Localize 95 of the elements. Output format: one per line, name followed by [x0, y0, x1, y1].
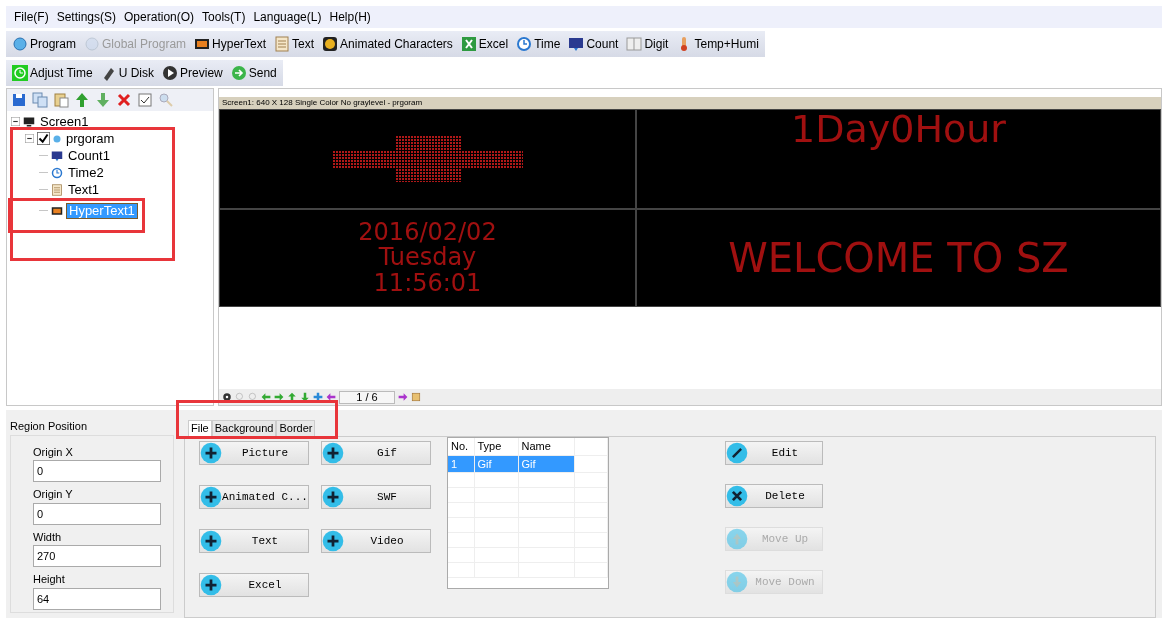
toolbar-button[interactable]: Adjust Time: [12, 64, 93, 82]
led-text: 1Day0Hour: [791, 110, 1006, 150]
add-button[interactable]: Excel: [199, 573, 309, 597]
cross-icon: [726, 485, 748, 507]
led-text: Tuesday: [378, 245, 477, 271]
left-arrow-icon: [261, 392, 271, 402]
toolbar-button[interactable]: Preview: [162, 64, 223, 82]
add-button[interactable]: Gif: [321, 441, 431, 465]
tab[interactable]: Background: [211, 420, 277, 436]
plus-icon: [200, 442, 222, 464]
tree-item[interactable]: Count1: [66, 148, 112, 163]
up-arrow-icon: [287, 392, 297, 402]
monitor-icon: [23, 115, 35, 128]
plus-icon: [322, 530, 344, 552]
toolbar-button[interactable]: Count: [568, 35, 619, 53]
collapse-icon[interactable]: [25, 134, 34, 143]
document-icon: [51, 183, 63, 196]
group-title: Region Position: [10, 419, 89, 434]
menu-item[interactable]: Language(L): [253, 8, 322, 26]
menu-item[interactable]: Tools(T): [202, 8, 246, 26]
add-button[interactable]: Text: [199, 529, 309, 553]
play-icon: [162, 65, 179, 81]
toolbar-button[interactable]: Send: [230, 64, 277, 82]
clock-icon: [12, 65, 28, 81]
action-button[interactable]: Delete: [725, 484, 823, 508]
tree-item[interactable]: Time2: [66, 165, 106, 180]
dot-icon: [53, 134, 61, 143]
field-label: Width: [33, 529, 63, 545]
led-text: WELCOME TO SZ: [728, 237, 1069, 279]
add-button[interactable]: Animated C...: [199, 485, 309, 509]
led-text: 11:56:01: [373, 270, 482, 296]
clock-icon: [516, 36, 533, 52]
toolbar-button[interactable]: Time: [516, 35, 561, 53]
add-button[interactable]: SWF: [321, 485, 431, 509]
pencil-icon: [726, 442, 748, 464]
up-arrow-icon: [74, 92, 90, 108]
tab[interactable]: Border: [276, 420, 316, 436]
toolbar-button[interactable]: Excel: [460, 35, 509, 53]
toolbar-button[interactable]: Program: [12, 35, 76, 53]
toolbar-button[interactable]: Digit: [626, 35, 669, 53]
input-field[interactable]: 270: [33, 545, 161, 567]
led-text: 2016/02/02: [358, 220, 497, 246]
menu-item[interactable]: Help(H): [329, 8, 371, 26]
column-header: Type: [474, 438, 518, 455]
picture-icon: [194, 36, 211, 52]
field-label: Origin Y: [33, 487, 74, 502]
clock-icon: [51, 166, 63, 179]
action-button[interactable]: Edit: [725, 441, 823, 465]
close-icon: [116, 92, 132, 108]
toolbar-button[interactable]: Animated Characters: [322, 35, 453, 53]
column-header: Name: [518, 438, 574, 455]
zoom-out-icon: [248, 392, 258, 402]
menu-item[interactable]: File(F): [14, 8, 49, 26]
checkbox[interactable]: [37, 132, 50, 145]
plus-icon: [322, 486, 344, 508]
zoom-in-icon: [235, 392, 245, 402]
plus-icon: [200, 530, 222, 552]
add-button[interactable]: Picture: [199, 441, 309, 465]
down-arrow-icon: [300, 392, 310, 402]
search-icon: [158, 92, 174, 108]
tab[interactable]: File: [188, 420, 212, 436]
paste-icon: [53, 92, 69, 108]
input-field[interactable]: 0: [33, 460, 161, 482]
copy-icon: [32, 92, 48, 108]
right-arrow-icon: [398, 392, 408, 402]
column-header: No.: [448, 438, 474, 455]
toolbar-button[interactable]: Text: [274, 35, 315, 53]
input-field[interactable]: 64: [33, 587, 161, 610]
toolbar-button[interactable]: Temp+Humi: [676, 35, 759, 53]
field-label: Origin X: [33, 444, 74, 460]
right-arrow-icon: [274, 392, 284, 402]
save-icon: [11, 92, 27, 108]
add-button[interactable]: Video: [321, 529, 431, 553]
page-field[interactable]: 1 / 6: [339, 390, 395, 404]
toolbar-button[interactable]: HyperText: [194, 35, 267, 53]
spreadsheet-icon: [460, 36, 477, 52]
plus-icon: [322, 442, 344, 464]
down-arrow-icon: [95, 92, 111, 108]
picture-icon: [51, 204, 63, 217]
collapse-icon[interactable]: [11, 117, 20, 126]
toolbar-button[interactable]: U Disk: [100, 64, 155, 82]
checkbox-icon: [137, 92, 153, 108]
left-arrow-icon: [326, 392, 336, 402]
input-field[interactable]: 0: [33, 502, 161, 525]
field-label: Height: [33, 572, 66, 587]
menu-item[interactable]: Operation(O): [124, 8, 195, 26]
plus-icon: [200, 486, 222, 508]
tree-item[interactable]: Screen1: [38, 114, 91, 129]
tree-item[interactable]: prgoram: [64, 131, 117, 146]
menu-item[interactable]: Settings(S): [56, 8, 117, 26]
plus-icon: [200, 574, 222, 596]
preview-header: Screen1: 640 X 128 Single Color No graylevel - prgoram: [219, 97, 1161, 109]
tree-item[interactable]: Text1: [66, 182, 102, 197]
plus-icon: [313, 392, 323, 402]
document-icon: [274, 36, 291, 52]
